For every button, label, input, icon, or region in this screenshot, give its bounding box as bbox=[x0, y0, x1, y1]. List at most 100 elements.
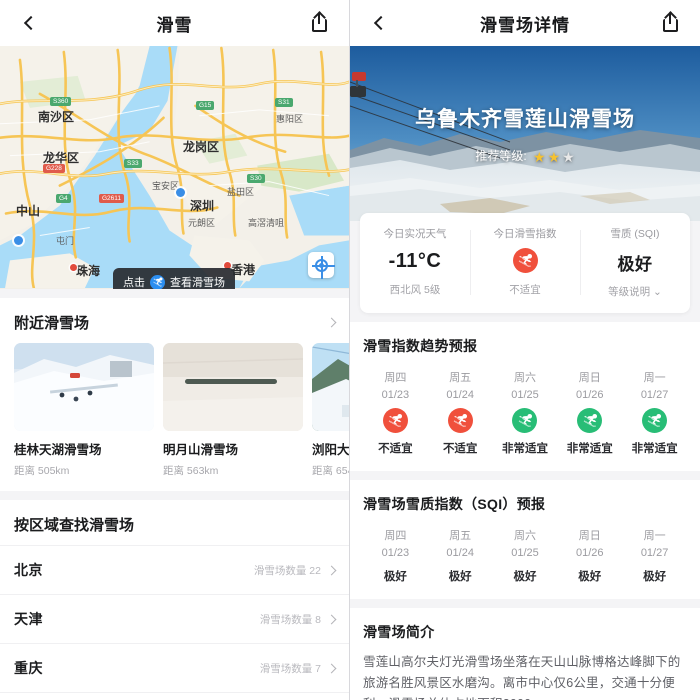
sqi-forecast-section: 滑雪场雪质指数（SQI）预报 周四 01/23 极好 周五 01/24 极好 周… bbox=[350, 480, 700, 599]
sqi-weekday: 周日 bbox=[578, 530, 601, 542]
map-label-huiyang: 惠阳区 bbox=[276, 114, 304, 124]
trend-title: 滑雪指数趋势预报 bbox=[363, 338, 478, 354]
trend-date: 01/23 bbox=[381, 389, 410, 401]
sqi-date: 01/26 bbox=[576, 547, 604, 559]
page-title: 滑雪场详情 bbox=[480, 15, 570, 35]
ski-index-status: 不适宜 bbox=[509, 284, 541, 296]
road-badge: S30 bbox=[247, 174, 265, 183]
trend-status: 非常适宜 bbox=[566, 443, 613, 455]
hero-photo bbox=[350, 46, 700, 221]
ski-list-panel: 滑雪 南沙区 惠阳区 龙华区 龙岗区 宝安区 盐田区 深圳 元朗区 高滘清咀 中… bbox=[0, 0, 350, 700]
share-icon bbox=[662, 14, 680, 32]
list-item[interactable]: 天津 滑雪场数量 8 bbox=[0, 594, 349, 643]
resort-thumbnail bbox=[163, 343, 303, 431]
list-item[interactable]: 桂林天湖滑雪场 距离 505km bbox=[14, 343, 154, 478]
sqi-value: 极好 bbox=[578, 571, 602, 583]
road-badge: S33 bbox=[124, 159, 142, 168]
chevron-right-icon bbox=[326, 565, 337, 575]
trend-day: 周一 01/27 ⛷ 非常适宜 bbox=[622, 369, 687, 456]
map-view[interactable]: 南沙区 惠阳区 龙华区 龙岗区 宝安区 盐田区 深圳 元朗区 高滘清咀 中山 珠… bbox=[0, 46, 349, 289]
weather-column: 今日实况天气 -11°C 西北风 5级 bbox=[360, 226, 470, 299]
trend-date: 01/24 bbox=[446, 389, 474, 401]
region-count: 滑雪场数量 22 bbox=[253, 564, 321, 577]
chevron-right-icon[interactable] bbox=[326, 317, 337, 328]
region-count: 滑雪场数量 8 bbox=[259, 613, 321, 626]
region-name: 重庆 bbox=[14, 660, 43, 676]
road-badge: G15 bbox=[196, 101, 215, 110]
back-button[interactable] bbox=[366, 10, 392, 36]
star-icon-filled: ★ bbox=[533, 149, 546, 165]
sqi-date: 01/27 bbox=[640, 547, 669, 559]
sqi-value: 极好 bbox=[643, 571, 667, 583]
resort-name: 浏阳大围山滑雪场 bbox=[312, 443, 349, 457]
sqi-weekday: 周一 bbox=[643, 530, 666, 542]
trend-date: 01/26 bbox=[576, 389, 604, 401]
nearby-resorts-header[interactable]: 附近滑雪场 bbox=[0, 298, 349, 343]
chevron-right-icon bbox=[326, 663, 337, 673]
trend-weekday: 周一 bbox=[643, 372, 666, 384]
list-item[interactable]: 江西 滑雪场数量 4 bbox=[0, 692, 349, 700]
trend-day: 周四 01/23 ⛷ 不适宜 bbox=[363, 369, 428, 456]
sqi-value: 极好 bbox=[513, 571, 537, 583]
weather-temperature: -11°C bbox=[388, 250, 442, 272]
sqi-day: 周四 01/23 极好 bbox=[363, 527, 428, 584]
trend-day: 周五 01/24 ⛷ 不适宜 bbox=[428, 369, 493, 456]
trend-status: 非常适宜 bbox=[501, 443, 548, 455]
resort-thumbnail bbox=[14, 343, 154, 431]
resort-intro-section: 滑雪场简介 雪莲山高尔夫灯光滑雪场坐落在天山山脉博格达峰脚下的旅游名胜风景区水磨… bbox=[350, 608, 700, 700]
share-button[interactable] bbox=[658, 10, 684, 36]
trend-date: 01/27 bbox=[640, 389, 669, 401]
road-badge: S31 bbox=[275, 98, 293, 107]
resort-name: 乌鲁木齐雪莲山滑雪场 bbox=[415, 108, 635, 131]
region-name: 北京 bbox=[14, 562, 43, 578]
ski-index-column: 今日滑雪指数 ⛷ 不适宜 bbox=[470, 226, 580, 299]
share-button[interactable] bbox=[307, 10, 333, 36]
today-info-card: 今日实况天气 -11°C 西北风 5级 今日滑雪指数 ⛷ 不适宜 雪质 (SQI… bbox=[360, 213, 690, 313]
list-item[interactable]: 北京 滑雪场数量 22 bbox=[0, 545, 349, 594]
sqi-forecast-days: 周四 01/23 极好 周五 01/24 极好 周六 01/25 极好 周日 0… bbox=[363, 527, 687, 584]
sqi-forecast-title: 滑雪场雪质指数（SQI）预报 bbox=[363, 496, 546, 512]
skier-icon: ⛷ bbox=[512, 248, 538, 273]
share-icon bbox=[311, 14, 329, 32]
locate-crosshair-icon bbox=[311, 255, 335, 279]
trend-weekday: 周五 bbox=[449, 372, 472, 384]
star-icon-empty: ★ bbox=[562, 149, 575, 165]
sqi-column[interactable]: 雪质 (SQI) 极好 等级说明 ⌄ bbox=[580, 226, 690, 299]
trend-days: 周四 01/23 ⛷ 不适宜 周五 01/24 ⛷ 不适宜 周六 01/25 ⛷… bbox=[363, 369, 687, 456]
road-badge: G228 bbox=[43, 164, 65, 173]
resort-thumbnail bbox=[312, 343, 349, 431]
nearby-resorts-list[interactable]: 桂林天湖滑雪场 距离 505km 明月山滑雪场 距离 563km 浏阳大 距离 … bbox=[0, 343, 349, 491]
star-icon-filled: ★ bbox=[547, 149, 561, 165]
skier-icon: ⛷ bbox=[150, 274, 165, 289]
back-button[interactable] bbox=[16, 10, 42, 36]
map-marker-dot bbox=[14, 236, 23, 245]
trend-weekday: 周六 bbox=[513, 372, 536, 384]
map-pin-zhuhai bbox=[70, 264, 77, 271]
resort-distance: 距离 654km bbox=[312, 465, 349, 477]
map-label-nansha: 南沙区 bbox=[38, 110, 75, 124]
sqi-date: 01/25 bbox=[511, 547, 539, 559]
list-item[interactable]: 明月山滑雪场 距离 563km bbox=[163, 343, 303, 478]
region-search-header: 按区域查找滑雪场 bbox=[0, 500, 349, 545]
region-name: 天津 bbox=[14, 611, 43, 627]
weather-label: 今日实况天气 bbox=[383, 228, 447, 240]
list-item[interactable]: 浏阳大围山滑雪场 距离 654km bbox=[312, 343, 349, 478]
sqi-label: 雪质 (SQI) bbox=[610, 228, 660, 240]
sqi-weekday: 周六 bbox=[513, 530, 536, 542]
list-item[interactable]: 重庆 滑雪场数量 7 bbox=[0, 643, 349, 692]
trend-day: 周日 01/26 ⛷ 非常适宜 bbox=[557, 369, 622, 456]
trend-day: 周六 01/25 ⛷ 非常适宜 bbox=[493, 369, 558, 456]
map-label-tuenmun: 屯门 bbox=[56, 236, 75, 246]
locate-button[interactable] bbox=[308, 252, 335, 279]
tooltip-suffix: 查看滑雪场 bbox=[170, 277, 225, 289]
map-tooltip[interactable]: 点击 ⛷ 查看滑雪场 bbox=[113, 268, 235, 289]
sqi-explain-link[interactable]: 等级说明 ⌄ bbox=[580, 284, 690, 299]
region-search-title: 按区域查找滑雪场 bbox=[14, 517, 135, 534]
sqi-day: 周六 01/25 极好 bbox=[493, 527, 558, 584]
tooltip-prefix: 点击 bbox=[123, 277, 145, 289]
sqi-date: 01/23 bbox=[381, 547, 410, 559]
map-label-zhuhai: 珠海 bbox=[76, 264, 101, 278]
resort-distance: 距离 563km bbox=[163, 465, 219, 477]
resort-name: 桂林天湖滑雪场 bbox=[14, 443, 102, 457]
sqi-explain-label: 等级说明 bbox=[608, 286, 651, 298]
